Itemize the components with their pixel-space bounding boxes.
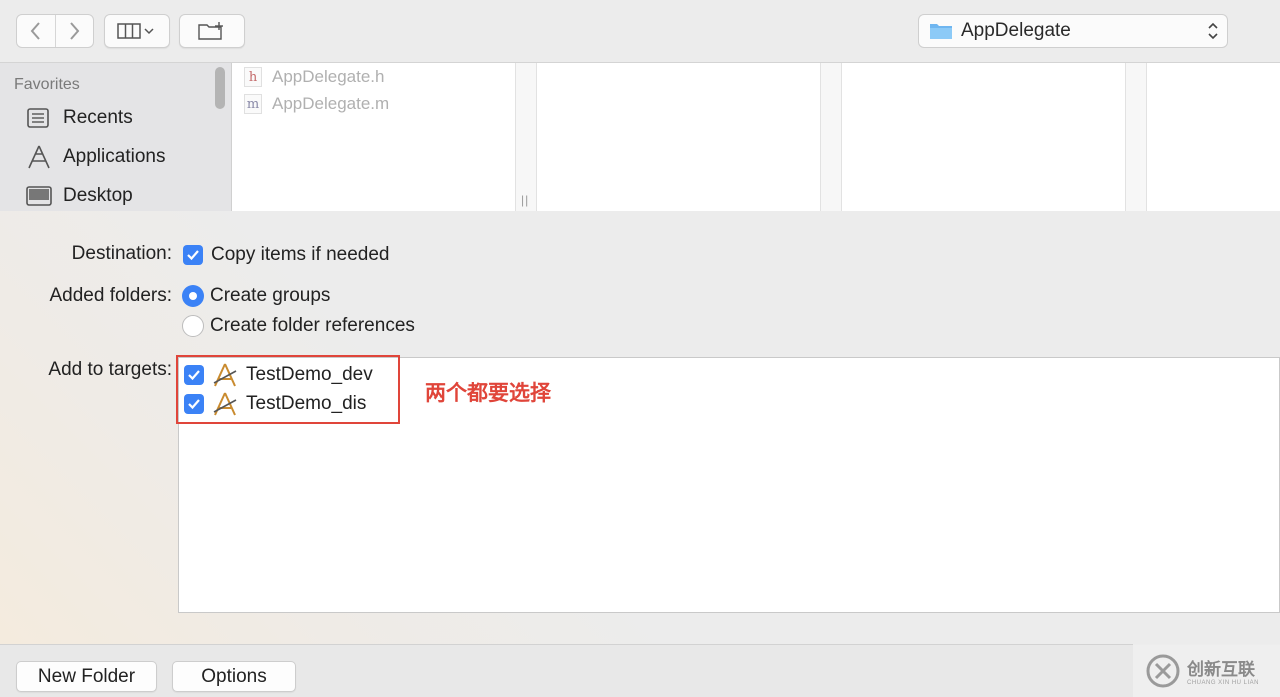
column-view-icon: [117, 23, 154, 39]
file-browser: Favorites Recents Applications Desktop h…: [0, 63, 1280, 211]
column-grip: ||: [521, 193, 530, 207]
sidebar-item-label: Desktop: [63, 185, 133, 206]
browser-column-1: h AppDelegate.h m AppDelegate.m: [232, 63, 516, 211]
path-popup-label: AppDelegate: [961, 20, 1071, 41]
sidebar-item-desktop[interactable]: Desktop: [24, 181, 133, 211]
sidebar-item-recents[interactable]: Recents: [24, 103, 133, 133]
sidebar-item-label: Applications: [63, 146, 166, 167]
watermark-en: CHUANG XIN HU LIAN: [1187, 680, 1260, 686]
annotation-note: 两个都要选择: [425, 381, 551, 405]
nav-segment: [16, 14, 94, 48]
file-item[interactable]: h AppDelegate.h: [244, 65, 384, 89]
sidebar-heading: Favorites: [14, 76, 80, 93]
added-folders-label: Added folders:: [49, 285, 172, 306]
radio-unselected-icon: [182, 315, 204, 337]
header-file-icon: h: [244, 67, 262, 87]
column-divider: [821, 63, 842, 211]
chevron-left-icon: [30, 22, 40, 40]
chevron-right-icon: [70, 22, 80, 40]
sidebar-scrollbar[interactable]: [215, 67, 225, 109]
watermark-cn: 创新互联: [1187, 660, 1255, 680]
sidebar: Favorites Recents Applications Desktop: [0, 63, 232, 211]
file-item-label: AppDelegate.m: [272, 94, 390, 113]
options-button[interactable]: Options: [172, 661, 296, 692]
updown-arrows-icon: [1199, 21, 1227, 41]
watermark: 创新互联 CHUANG XIN HU LIAN: [1133, 644, 1280, 697]
column-resize-handle[interactable]: ||: [516, 63, 537, 211]
new-folder-toolbar-button[interactable]: [179, 14, 245, 48]
checkmark-icon: [183, 245, 203, 265]
applications-icon: [24, 144, 54, 170]
browser-column-2: [537, 63, 821, 211]
forward-button[interactable]: [54, 15, 94, 47]
browser-column-3: [842, 63, 1126, 211]
desktop-icon: [24, 183, 54, 209]
new-folder-icon: [198, 22, 223, 40]
radio-selected-icon: [182, 285, 204, 307]
back-button[interactable]: [17, 15, 55, 47]
create-folder-references-radio[interactable]: Create folder references: [182, 315, 415, 337]
file-item[interactable]: m AppDelegate.m: [244, 92, 389, 116]
path-popup[interactable]: AppDelegate: [918, 14, 1228, 48]
options-panel: Destination: Copy items if needed Added …: [0, 211, 1280, 644]
toolbar: AppDelegate: [0, 0, 1280, 63]
copy-items-label: Copy items if needed: [211, 244, 390, 265]
recents-icon: [24, 105, 54, 131]
view-mode-button[interactable]: [104, 14, 170, 48]
create-groups-radio[interactable]: Create groups: [182, 285, 330, 307]
column-divider: [1126, 63, 1147, 211]
source-file-icon: m: [244, 94, 262, 114]
file-item-label: AppDelegate.h: [272, 67, 385, 86]
create-groups-label: Create groups: [210, 285, 331, 306]
copy-items-checkbox[interactable]: Copy items if needed: [183, 244, 390, 266]
create-folder-references-label: Create folder references: [210, 315, 415, 336]
watermark-logo-icon: [1146, 654, 1180, 687]
annotation-highlight-box: [176, 355, 400, 424]
sidebar-item-label: Recents: [63, 107, 133, 128]
bottom-bar: New Folder Options: [0, 644, 1280, 697]
sidebar-item-applications[interactable]: Applications: [24, 142, 165, 172]
destination-label: Destination:: [71, 243, 172, 264]
add-to-targets-label: Add to targets:: [48, 359, 172, 380]
watermark-text: 创新互联 CHUANG XIN HU LIAN: [1187, 655, 1259, 686]
folder-icon: [930, 24, 952, 39]
new-folder-button[interactable]: New Folder: [16, 661, 157, 692]
browser-column-4: [1147, 63, 1280, 211]
